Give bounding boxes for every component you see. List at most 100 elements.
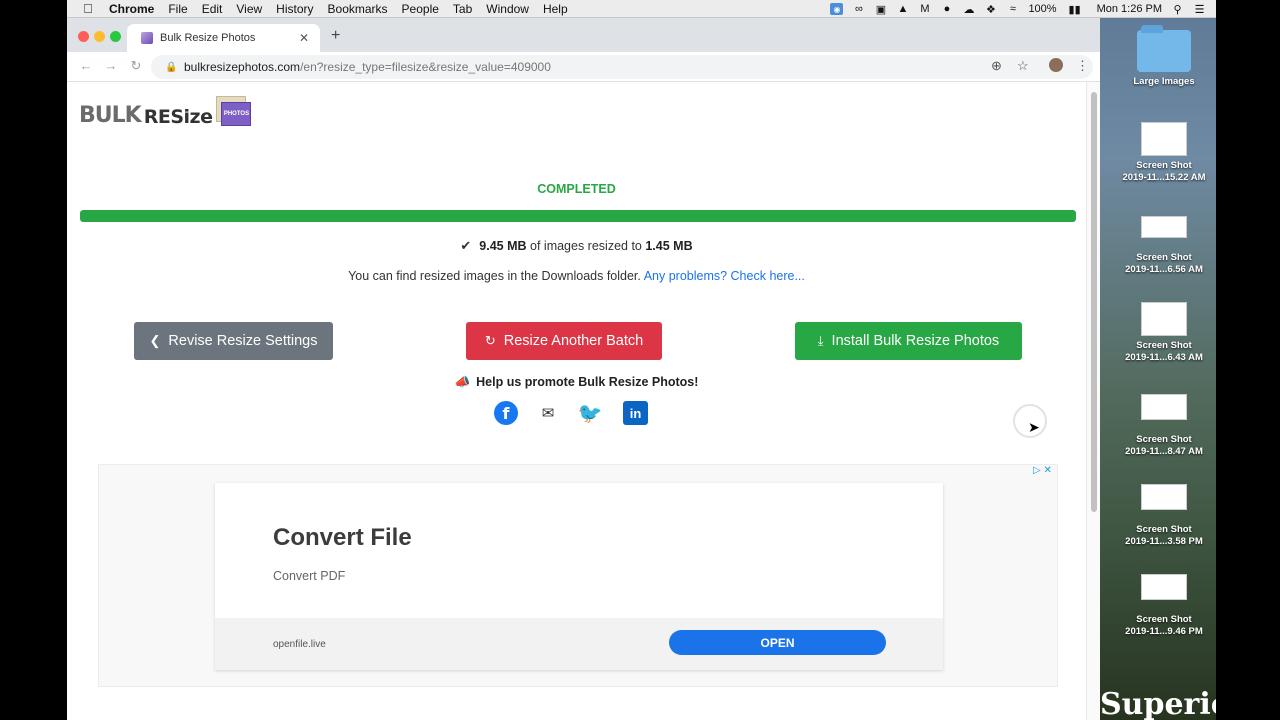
menu-clock[interactable]: Mon 1:26 PM	[1097, 3, 1162, 15]
battery-icon[interactable]: ▮▮	[1066, 3, 1084, 16]
menu-view[interactable]: View	[236, 2, 262, 16]
resized-size: 1.45 MB	[645, 239, 693, 253]
drive-icon[interactable]: ▲	[896, 3, 909, 15]
ad-open-button[interactable]: OPEN	[669, 630, 886, 655]
ad-subtitle: Convert PDF	[273, 569, 346, 583]
twitter-icon[interactable]: 🐦	[578, 401, 603, 425]
apple-menu-icon[interactable]: 	[79, 1, 97, 16]
chrome-window: Bulk Resize Photos ✕ + ← → ↻ 🔒 bulkresiz…	[67, 18, 1100, 720]
menu-help[interactable]: Help	[543, 2, 568, 16]
malwarebytes-icon[interactable]: ●	[940, 3, 953, 15]
dropbox-icon[interactable]: ❖	[984, 3, 997, 16]
advertisement: ▷ ✕ Convert File Convert PDF openfile.li…	[98, 464, 1058, 687]
menu-history[interactable]: History	[276, 2, 313, 16]
screenshot-thumbnail	[1141, 484, 1187, 510]
resize-another-batch-button[interactable]: ↻ Resize Another Batch	[466, 322, 662, 360]
revise-resize-settings-button[interactable]: ❮ Revise Resize Settings	[134, 322, 333, 360]
close-window-button[interactable]	[78, 31, 89, 42]
install-bulk-resize-photos-button[interactable]: ⤓ Install Bulk Resize Photos	[795, 322, 1022, 360]
scrollbar-thumb[interactable]	[1091, 92, 1097, 512]
desktop-item-label: Screen Shot	[1136, 252, 1192, 263]
menu-people[interactable]: People	[402, 2, 439, 16]
email-icon[interactable]: ✉	[539, 401, 557, 425]
wifi-icon[interactable]: ≈	[1006, 3, 1019, 15]
cloud-icon[interactable]: ☁	[962, 3, 975, 16]
promote-heading: 📣 Help us promote Bulk Resize Photos!	[67, 375, 1086, 390]
downloads-text: You can find resized images in the Downl…	[348, 269, 641, 283]
creative-cloud-icon[interactable]: ∞	[852, 3, 865, 15]
bulk-resize-logo[interactable]: BULK RESize PHOTOS	[79, 94, 252, 128]
desktop-item-sublabel: 2019-11...6.43 AM	[1125, 352, 1203, 363]
desktop-file-screenshot[interactable]: Screen Shot 2019-11...9.46 PM	[1116, 574, 1212, 638]
downloads-notice: You can find resized images in the Downl…	[67, 269, 1086, 283]
revise-button-label: Revise Resize Settings	[168, 333, 318, 349]
desktop-file-screenshot[interactable]: Screen Shot 2019-11...8.47 AM	[1116, 394, 1212, 458]
resize-summary: ✔ 9.45 MB of images resized to 1.45 MB	[67, 238, 1086, 254]
screenshot-thumbnail	[1141, 122, 1187, 156]
menu-window[interactable]: Window	[486, 2, 529, 16]
back-arrow-icon[interactable]: ←	[77, 58, 95, 73]
ad-choices-icon[interactable]: ▷ ✕	[1033, 465, 1052, 476]
desktop-item-label: Screen Shot	[1136, 524, 1192, 535]
wallpaper-text: Superior	[1100, 687, 1216, 720]
profile-avatar[interactable]	[1049, 58, 1063, 72]
problems-link[interactable]: Any problems? Check here...	[644, 269, 805, 283]
desktop-file-screenshot[interactable]: Screen Shot 2019-11...6.56 AM	[1116, 216, 1212, 276]
clipboard-icon[interactable]: ▣	[874, 3, 887, 16]
new-tab-button[interactable]: +	[331, 27, 340, 45]
facebook-icon[interactable]: f	[494, 401, 518, 425]
forward-arrow-icon[interactable]: →	[102, 58, 120, 73]
ad-card[interactable]: Convert File Convert PDF openfile.live O…	[215, 483, 943, 670]
minimize-window-button[interactable]	[94, 31, 105, 42]
desktop-file-screenshot[interactable]: Screen Shot 2019-11...3.58 PM	[1116, 484, 1212, 548]
reload-icon[interactable]: ↻	[127, 58, 145, 74]
menu-tab[interactable]: Tab	[453, 2, 472, 16]
menu-edit[interactable]: Edit	[202, 2, 223, 16]
ad-title[interactable]: Convert File	[273, 524, 412, 552]
another-button-label: Resize Another Batch	[503, 333, 644, 349]
menu-file[interactable]: File	[168, 2, 187, 16]
left-letterbox	[0, 0, 67, 720]
desktop: Large Images Screen Shot 2019-11...15.22…	[1100, 18, 1216, 720]
page-scrollbar[interactable]	[1086, 82, 1100, 720]
address-bar[interactable]: 🔒 bulkresizephotos.com/en?resize_type=fi…	[151, 55, 1093, 79]
menu-app[interactable]: Chrome	[109, 2, 154, 16]
gmail-icon[interactable]: M	[918, 3, 931, 15]
checkmark-icon: ✔	[460, 238, 472, 253]
logo-resize-text: RESize	[143, 106, 213, 128]
notification-center-icon[interactable]: ☰	[1193, 3, 1206, 16]
download-icon: ⤓	[817, 333, 824, 348]
desktop-item-sublabel: 2019-11...9.46 PM	[1125, 626, 1203, 637]
desktop-file-screenshot[interactable]: Screen Shot 2019-11...6.43 AM	[1116, 302, 1212, 364]
logo-bulk-text: BULK	[79, 103, 142, 128]
desktop-item-sublabel: 2019-11...15.22 AM	[1122, 172, 1206, 183]
folder-icon	[1137, 25, 1191, 72]
url-path: /en?resize_type=filesize&resize_value=40…	[300, 60, 551, 74]
menu-bookmarks[interactable]: Bookmarks	[328, 2, 388, 16]
chrome-menu-icon[interactable]: ⋮	[1076, 58, 1089, 74]
chevron-left-icon: ❮	[149, 333, 161, 348]
bookmark-star-icon[interactable]: ☆	[1017, 58, 1029, 74]
close-tab-icon[interactable]: ✕	[296, 31, 312, 45]
zoom-window-button[interactable]	[110, 31, 121, 42]
screen-recorder-icon[interactable]: ◉	[830, 3, 844, 15]
linkedin-icon[interactable]: in	[623, 401, 648, 425]
screenshot-thumbnail	[1141, 574, 1187, 600]
desktop-item-sublabel: 2019-11...3.58 PM	[1125, 536, 1203, 547]
desktop-folder-large-images[interactable]: Large Images	[1116, 25, 1212, 88]
logo-photos-label: PHOTOS	[221, 102, 252, 126]
battery-percent[interactable]: 100%	[1028, 3, 1056, 15]
logo-photos-icon: PHOTOS	[216, 96, 252, 128]
tab-title: Bulk Resize Photos	[160, 32, 256, 44]
menu-bar-status-area: ◉ ∞ ▣ ▲ M ● ☁ ❖ ≈ 100% ▮▮ Mon 1:26 PM ⚲ …	[830, 0, 1206, 18]
macos-menu-bar:  Chrome File Edit View History Bookmark…	[67, 0, 1216, 18]
desktop-file-screenshot[interactable]: Screen Shot 2019-11...15.22 AM	[1116, 122, 1212, 184]
social-share-links: f ✉ 🐦 in	[494, 400, 669, 426]
spotlight-search-icon[interactable]: ⚲	[1171, 3, 1184, 16]
progress-bar	[80, 210, 1076, 222]
add-to-home-icon[interactable]: ⊕	[991, 58, 1002, 74]
favicon-icon	[141, 32, 153, 44]
page-content: BULK RESize PHOTOS COMPLETED ✔ 9.45 MB of…	[67, 82, 1086, 720]
tab-bulk-resize-photos[interactable]: Bulk Resize Photos ✕	[127, 24, 320, 52]
lock-icon[interactable]: 🔒	[165, 62, 177, 73]
